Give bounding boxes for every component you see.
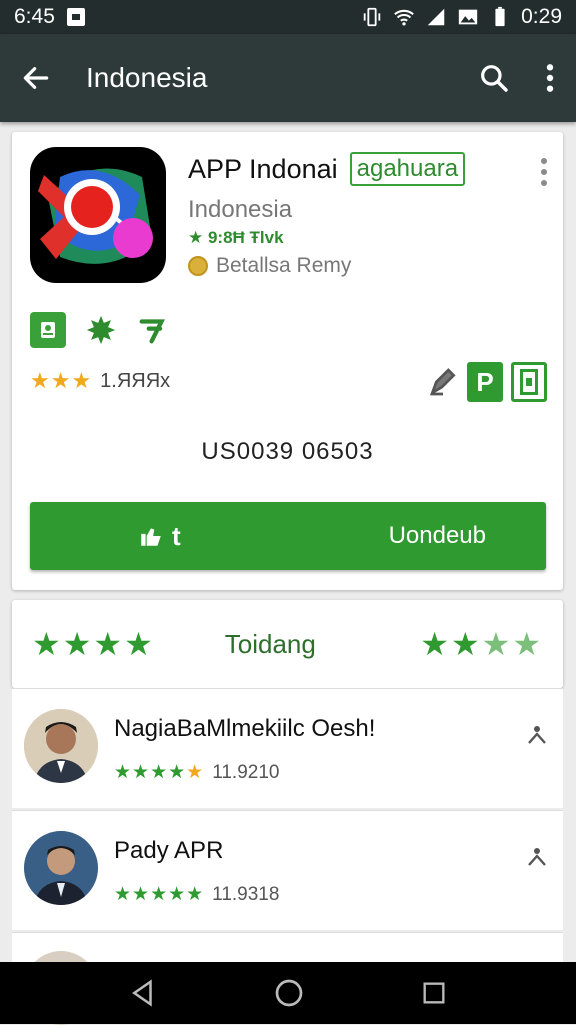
review-author: Pady APR bbox=[114, 837, 224, 864]
page-title: Indonesia bbox=[86, 62, 208, 93]
navigation-bar bbox=[0, 962, 576, 1024]
install-left-label: t bbox=[172, 520, 181, 551]
review-rating: ★★★★★ 11.9318 bbox=[114, 883, 279, 906]
avatar bbox=[24, 709, 98, 783]
app-rating-row: ★★★ 1.ЯЯЯx bbox=[30, 368, 170, 394]
app-details-card: APP Indonai agahuara Indonesia ★ 9:8Ħ Ŧl… bbox=[12, 132, 563, 590]
rating-stars-right[interactable]: ★★★★ bbox=[420, 625, 543, 663]
thumbs-up-icon bbox=[141, 528, 161, 546]
rating-label: Toidang bbox=[224, 628, 316, 659]
search-icon[interactable] bbox=[478, 62, 510, 94]
review-value: 11.9210 bbox=[212, 761, 280, 783]
app-price: US0039 06503 bbox=[201, 438, 374, 465]
pegi-badge-icon: P bbox=[467, 362, 503, 402]
review-stars: ★★★★★ bbox=[114, 884, 205, 905]
signal-icon bbox=[427, 8, 445, 26]
home-nav-icon[interactable] bbox=[273, 977, 305, 1009]
card-more-icon[interactable] bbox=[541, 158, 547, 191]
app-logo-icon bbox=[30, 147, 166, 283]
app-title: APP Indonai bbox=[188, 153, 338, 184]
review-value: 11.9318 bbox=[212, 883, 280, 905]
status-right: 0:29 bbox=[361, 5, 562, 29]
back-nav-icon[interactable] bbox=[128, 978, 158, 1008]
review-author: NagiaBaMlmekiilc Oesh! bbox=[114, 715, 376, 742]
app-rating-stars: ★★★ bbox=[30, 368, 93, 393]
more-vert-icon[interactable] bbox=[544, 62, 556, 94]
status-left: 6:45 bbox=[14, 5, 85, 29]
back-arrow-icon[interactable] bbox=[20, 62, 52, 94]
app-badge: agahuara bbox=[349, 152, 466, 186]
app-bar: Indonesia bbox=[0, 34, 576, 122]
status-time-right: 0:29 bbox=[521, 5, 562, 28]
coin-icon bbox=[188, 256, 208, 276]
person-icon[interactable] bbox=[525, 845, 549, 869]
battery-icon bbox=[495, 6, 505, 27]
review-item[interactable] bbox=[12, 932, 563, 1025]
content-badges: P bbox=[427, 362, 547, 402]
avatar bbox=[24, 831, 98, 905]
app-meta: ★ 9:8Ħ Ŧlvk bbox=[188, 228, 284, 247]
notification-icon bbox=[66, 8, 85, 26]
download-badge-icon bbox=[511, 362, 547, 402]
install-button-left: t bbox=[138, 521, 181, 552]
rating-summary-card: ★★★★ Toidang ★★★★ bbox=[12, 600, 563, 688]
app-sub-label: Betallsa Remy bbox=[216, 254, 352, 277]
install-label: Uondeub bbox=[388, 522, 486, 549]
feature-badges bbox=[30, 312, 170, 348]
rating-stars-left[interactable]: ★★★★ bbox=[32, 625, 155, 663]
status-bar: 6:45 0:29 bbox=[0, 0, 576, 34]
app-bar-actions bbox=[478, 62, 556, 94]
app-developer[interactable]: Indonesia bbox=[188, 196, 292, 224]
status-time-left: 6:45 bbox=[14, 5, 55, 28]
arrow-badge-icon bbox=[139, 319, 165, 344]
edit-icon bbox=[429, 368, 456, 396]
review-rating: ★★★★★ 11.9210 bbox=[114, 761, 279, 784]
vibrate-icon bbox=[363, 7, 381, 27]
photo-icon bbox=[458, 9, 478, 25]
person-icon[interactable] bbox=[525, 723, 549, 747]
wifi-icon bbox=[394, 9, 414, 26]
recents-nav-icon[interactable] bbox=[420, 979, 448, 1007]
app-title-row: APP Indonai agahuara bbox=[188, 152, 466, 186]
app-rating-count: 1.ЯЯЯx bbox=[100, 369, 171, 392]
leaf-icon bbox=[86, 315, 116, 345]
review-stars: ★★★★★ bbox=[114, 762, 205, 783]
ticket-icon bbox=[30, 312, 66, 348]
review-item[interactable]: NagiaBaMlmekiilc Oesh! ★★★★★ 11.9210 bbox=[12, 688, 563, 808]
review-item[interactable]: Pady APR ★★★★★ 11.9318 bbox=[12, 810, 563, 930]
app-sub-row: Betallsa Remy bbox=[188, 254, 351, 278]
install-button[interactable]: t Uondeub bbox=[30, 502, 546, 570]
